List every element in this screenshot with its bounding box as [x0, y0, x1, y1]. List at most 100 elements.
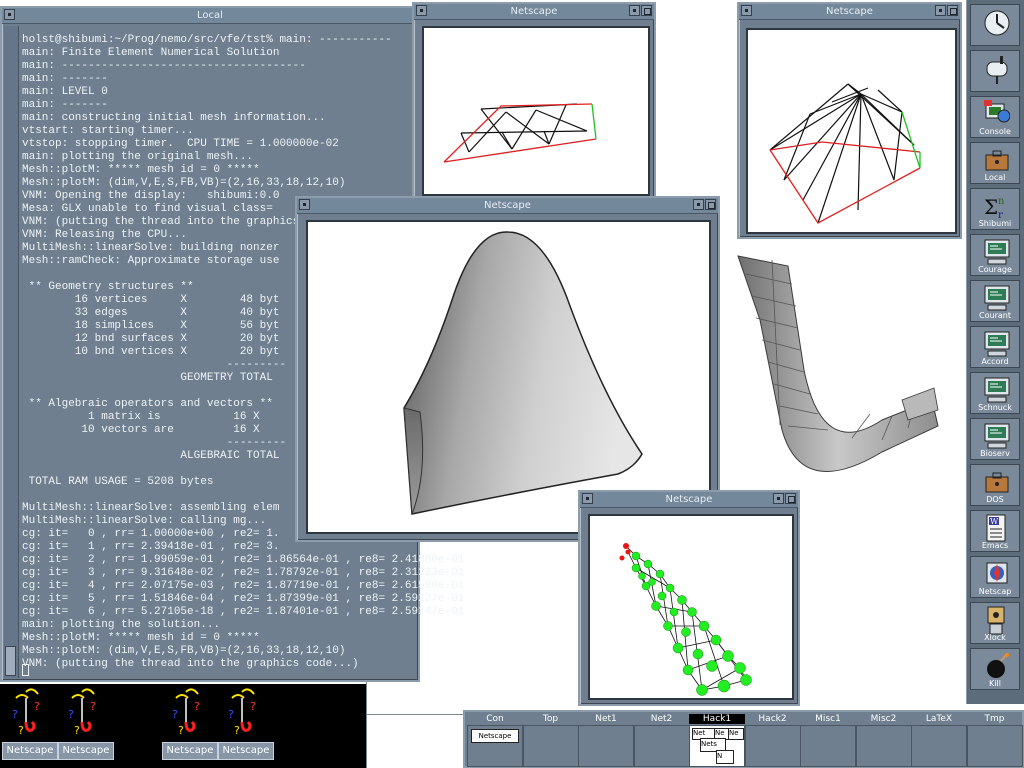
window-menu-button[interactable] [416, 5, 427, 16]
root-frame-line [366, 714, 466, 715]
desk-misc1[interactable] [800, 725, 856, 767]
terminal-scrollbar[interactable] [4, 26, 19, 678]
svg-text:W: W [990, 517, 999, 526]
dock-item-clock[interactable] [970, 4, 1020, 46]
desk-latex[interactable] [911, 725, 967, 767]
maximize-button[interactable] [785, 493, 796, 504]
netscape-hook-icon: ??? [68, 688, 96, 737]
dock-item-label: Local [984, 173, 1006, 182]
window-title: Netscape [665, 494, 713, 505]
window-title: Netscape [826, 6, 873, 17]
desk-label-con[interactable]: Con [467, 714, 523, 724]
iconified-window-label: Netscape [162, 742, 218, 760]
dock-item-courant[interactable]: Courant [970, 280, 1020, 322]
svg-text:n: n [998, 196, 1005, 207]
mesh2d-plot [443, 103, 597, 163]
dock-item-label: Courant [979, 311, 1011, 320]
desk-con[interactable]: Netscape [467, 725, 523, 767]
dock-item-label: Bioserv [980, 449, 1010, 458]
dock-item-console[interactable]: Console [970, 96, 1020, 138]
text-cursor [22, 664, 29, 676]
svg-text:?: ? [228, 708, 234, 721]
dock-item-label: Netscap [978, 587, 1012, 596]
terminal-title: Local [197, 10, 223, 21]
svg-text:?: ? [34, 700, 40, 713]
dock-item-courage[interactable]: Courage [970, 234, 1020, 276]
svg-text:?: ? [18, 724, 24, 737]
desk-label-net1[interactable]: Net1 [578, 714, 634, 724]
dock-item-accord[interactable]: Accord [970, 326, 1020, 368]
dock-item-label: Emacs [981, 541, 1009, 550]
dock-item-local[interactable]: Local [970, 142, 1020, 184]
dock-item-label: DOS [986, 495, 1004, 504]
desk-label-misc2[interactable]: Misc2 [856, 714, 912, 724]
desk-label-hack1[interactable]: Hack1 [689, 714, 745, 724]
netscape-window-mesh3d[interactable]: Netscape [737, 2, 962, 239]
desk-label-net2[interactable]: Net2 [634, 714, 690, 724]
dock-item-label: Console [979, 127, 1011, 136]
desk-net1[interactable] [578, 725, 634, 767]
dock-item-mailbox[interactable] [970, 50, 1020, 92]
desk-tmp[interactable] [966, 725, 1023, 767]
dock-item-dos[interactable]: DOS [970, 464, 1020, 506]
netscape-window-dots[interactable]: Netscape [578, 490, 800, 706]
dots-canvas[interactable] [588, 514, 794, 700]
window-menu-button[interactable] [4, 9, 15, 20]
svg-text:?: ? [194, 700, 200, 713]
dock-item-shibumi[interactable]: Σn r Shibumi [970, 188, 1020, 230]
desk-net2[interactable] [633, 725, 690, 767]
mesh2d-canvas[interactable] [422, 26, 650, 196]
svg-text:?: ? [178, 724, 184, 737]
desk-hack1[interactable]: Net Ne Ne Nets N [689, 725, 745, 767]
surface-canvas[interactable] [306, 220, 711, 534]
dock-item-label: Xlock [984, 633, 1006, 642]
iconified-window-label: Netscape [58, 742, 114, 760]
minimize-button[interactable] [693, 199, 704, 210]
netscape-titlebar[interactable]: Netscape [297, 198, 718, 214]
mesh3d-canvas[interactable] [746, 28, 957, 234]
dock-item-label: Courage [978, 265, 1012, 274]
scrollbar-thumb[interactable] [5, 646, 16, 676]
dock-item-netscap[interactable]: Netscap [970, 556, 1020, 598]
window-menu-button[interactable] [741, 5, 752, 16]
minimize-button[interactable] [773, 493, 784, 504]
desk-label-top[interactable]: Top [523, 714, 579, 724]
netscape-hook-icon: ??? [12, 688, 40, 737]
desk-top[interactable] [522, 725, 579, 767]
svg-text:?: ? [234, 724, 240, 737]
desk-label-tmp[interactable]: Tmp [967, 714, 1023, 724]
dock-item-bioserv[interactable]: Bioserv [970, 418, 1020, 460]
minimize-button[interactable] [935, 5, 946, 16]
desk-label-hack2[interactable]: Hack2 [745, 714, 801, 724]
minimize-button[interactable] [629, 5, 640, 16]
dock-item-schnuck[interactable]: Schnuck [970, 372, 1020, 414]
floating-3d-strip [737, 255, 939, 472]
svg-text:?: ? [90, 700, 96, 713]
netscape-titlebar[interactable]: Netscape [739, 4, 960, 20]
netscape-hook-icon: ??? [228, 688, 256, 737]
maximize-button[interactable] [947, 5, 958, 16]
window-menu-button[interactable] [299, 199, 310, 210]
desk-label-latex[interactable]: LaTeX [911, 714, 967, 724]
dock-item-label: Accord [981, 357, 1009, 366]
dock-item-label: Schnuck [978, 403, 1012, 412]
terminal-titlebar[interactable]: Local [2, 8, 418, 24]
netscape-window-mesh2d[interactable]: Netscape [412, 2, 656, 202]
surface-plot [403, 231, 643, 515]
svg-text:?: ? [12, 708, 18, 721]
desk-window-thumbnail: Ne [728, 728, 744, 740]
desk-misc2[interactable] [855, 725, 912, 767]
netscape-titlebar[interactable]: Netscape [414, 4, 654, 20]
dock-item-kill[interactable]: Kill [970, 648, 1020, 690]
dock-item-emacs[interactable]: W Emacs [970, 510, 1020, 552]
maximize-button[interactable] [705, 199, 716, 210]
window-menu-button[interactable] [582, 493, 593, 504]
svg-text:?: ? [172, 708, 178, 721]
netscape-titlebar[interactable]: Netscape [580, 492, 798, 508]
iconified-window-label: Netscape [2, 742, 58, 760]
dock-item-label: Shibumi [978, 219, 1012, 228]
desk-hack2[interactable] [744, 725, 801, 767]
dock-item-xlock[interactable]: Xlock [970, 602, 1020, 644]
maximize-button[interactable] [641, 5, 652, 16]
desk-label-misc1[interactable]: Misc1 [800, 714, 856, 724]
